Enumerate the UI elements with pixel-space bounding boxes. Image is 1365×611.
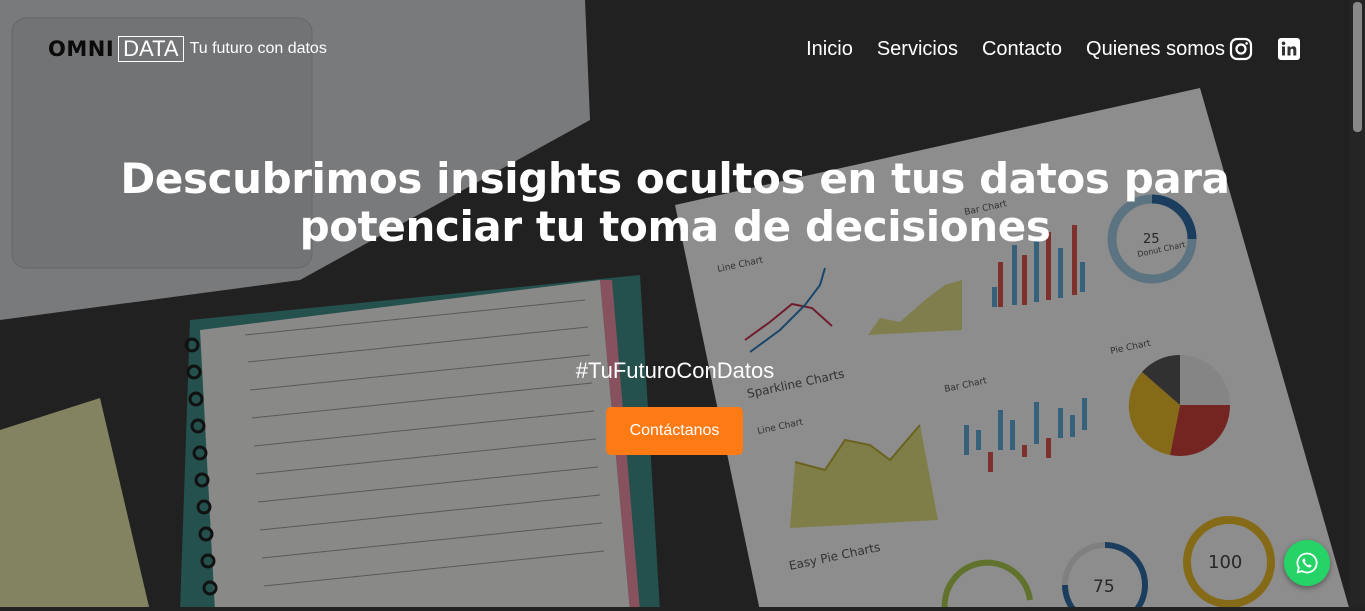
scrollbar-thumb[interactable] <box>1353 2 1362 132</box>
nav-quienes-somos[interactable]: Quienes somos <box>1086 38 1225 61</box>
hero-hashtag: #TuFuturoConDatos <box>575 358 775 383</box>
brand-tagline: Tu futuro con datos <box>189 40 327 57</box>
linkedin-icon[interactable] <box>1277 37 1301 61</box>
hero-headline-line1: Descubrimos insights ocultos en tus dato… <box>120 154 1230 203</box>
main-nav: Inicio Servicios Contacto Quienes somos <box>806 38 1225 61</box>
nav-inicio[interactable]: Inicio <box>806 38 853 61</box>
hero-section: Bar Chart Line Chart Sparkline Charts Ba… <box>0 0 1365 611</box>
brand-omni-text: OMNI <box>48 37 115 61</box>
dark-overlay <box>0 0 1365 611</box>
whatsapp-icon <box>1296 552 1318 574</box>
whatsapp-button[interactable] <box>1284 540 1330 586</box>
scrollbar[interactable] <box>1350 0 1365 611</box>
bottom-edge <box>0 607 1365 611</box>
nav-servicios[interactable]: Servicios <box>877 38 958 61</box>
instagram-icon[interactable] <box>1229 37 1253 61</box>
hero-headline: Descubrimos insights ocultos en tus dato… <box>0 155 1350 251</box>
brand-logo[interactable]: OMNI DATA Tu futuro con datos <box>48 36 327 62</box>
hero-headline-line2: potenciar tu toma de decisiones <box>299 202 1051 251</box>
nav-contacto[interactable]: Contacto <box>982 38 1062 61</box>
brand-data-text: DATA <box>118 36 184 62</box>
contact-cta-button[interactable]: Contáctanos <box>606 407 743 455</box>
